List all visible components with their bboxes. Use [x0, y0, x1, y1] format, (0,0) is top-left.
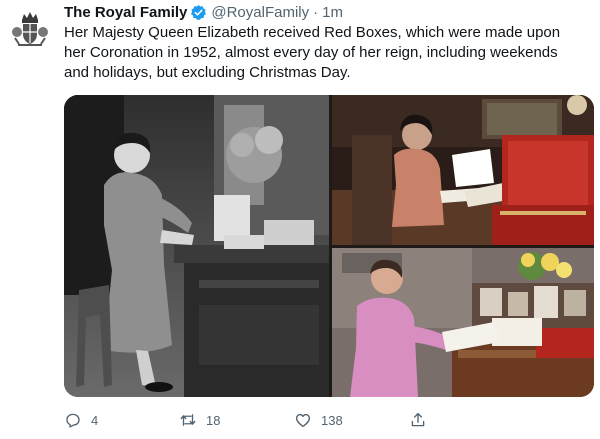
- retweet-icon: [180, 414, 196, 426]
- share-button[interactable]: [409, 411, 524, 429]
- royal-crest-icon: [12, 12, 48, 46]
- verified-badge-icon: [191, 4, 207, 20]
- retweet-count: 18: [206, 412, 221, 428]
- share-icon: [411, 412, 425, 427]
- retweet-button[interactable]: 18: [179, 411, 294, 429]
- like-icon: [295, 413, 311, 428]
- tweet-media[interactable]: [64, 95, 594, 397]
- avatar[interactable]: [8, 6, 52, 50]
- tweet-header: The Royal Family @RoyalFamily · 1m: [64, 2, 592, 22]
- tweet-text: Her Majesty Queen Elizabeth received Red…: [64, 24, 561, 81]
- photo-queen-at-desk-bw[interactable]: [64, 95, 329, 397]
- like-count: 138: [321, 412, 343, 428]
- tweet-actions: 4 18 138: [64, 409, 524, 431]
- tweet-timestamp[interactable]: 1m: [322, 4, 343, 21]
- reply-count: 4: [91, 412, 99, 428]
- reply-icon: [66, 413, 80, 428]
- photo-queen-in-pink-at-desk[interactable]: [332, 248, 594, 397]
- photo-queen-with-red-box[interactable]: [332, 95, 594, 245]
- author-handle[interactable]: @RoyalFamily: [211, 4, 309, 21]
- author-name[interactable]: The Royal Family: [64, 4, 187, 21]
- separator-dot: ·: [313, 3, 319, 21]
- like-button[interactable]: 138: [294, 411, 409, 429]
- reply-button[interactable]: 4: [64, 411, 179, 429]
